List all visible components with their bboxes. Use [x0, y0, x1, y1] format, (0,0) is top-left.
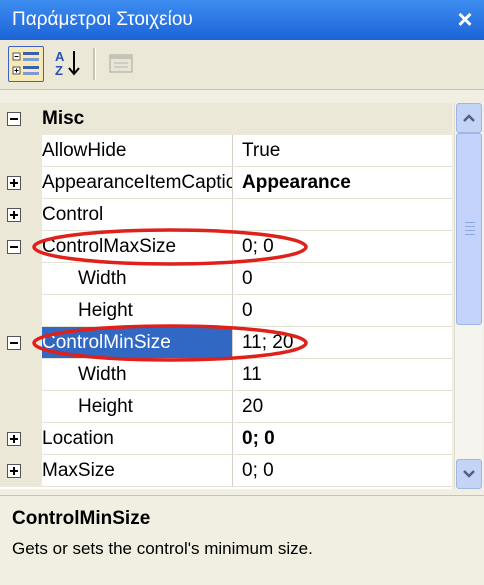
- property-row[interactable]: Width 11: [0, 359, 452, 391]
- close-icon[interactable]: ×: [452, 5, 478, 33]
- property-name: AllowHide: [42, 140, 127, 161]
- property-row[interactable]: MaxSize 0; 0: [0, 455, 452, 487]
- scroll-thumb[interactable]: [456, 133, 482, 325]
- property-value[interactable]: 0; 0: [234, 231, 456, 263]
- category-label: Misc: [42, 108, 85, 129]
- description-title: ControlMinSize: [12, 508, 151, 529]
- property-name: AppearanceItemCaption: [42, 172, 232, 193]
- chevron-up-icon: [463, 114, 475, 122]
- property-name: Location: [42, 428, 114, 449]
- property-name: Width: [78, 364, 127, 385]
- toolbar-separator: [93, 48, 96, 80]
- property-value[interactable]: 0; 0: [234, 455, 456, 487]
- property-row-selected[interactable]: ControlMinSize 11; 20: [0, 327, 452, 359]
- expand-icon[interactable]: [7, 432, 21, 446]
- property-row[interactable]: AppearanceItemCaption Appearance: [0, 167, 452, 199]
- property-row[interactable]: Height 20: [0, 391, 452, 423]
- property-grid: Misc AllowHide True AppearanceItemCaptio…: [0, 103, 452, 489]
- property-value[interactable]: 0; 0: [234, 423, 456, 455]
- property-value[interactable]: Appearance: [234, 167, 456, 199]
- collapse-icon[interactable]: [7, 336, 21, 350]
- property-row[interactable]: Width 0: [0, 263, 452, 295]
- svg-text:Z: Z: [55, 63, 63, 78]
- property-row[interactable]: Location 0; 0: [0, 423, 452, 455]
- category-row-misc[interactable]: Misc: [0, 103, 452, 135]
- property-value[interactable]: 20: [234, 391, 456, 423]
- expand-icon[interactable]: [7, 464, 21, 478]
- property-value[interactable]: 0: [234, 263, 456, 295]
- property-name: Control: [42, 204, 104, 225]
- categorized-button[interactable]: [8, 46, 44, 82]
- svg-text:A: A: [55, 49, 65, 64]
- scroll-down-button[interactable]: [456, 459, 482, 489]
- description-text: Gets or sets the control's minimum size.: [12, 539, 313, 558]
- expand-icon[interactable]: [7, 176, 21, 190]
- title-bar[interactable]: Παράμετροι Στοιχείου ×: [0, 0, 484, 40]
- property-value[interactable]: [234, 199, 456, 231]
- property-row[interactable]: Height 0: [0, 295, 452, 327]
- chevron-down-icon: [463, 470, 475, 478]
- properties-window: Παράμετροι Στοιχείου × A Z Misc AllowHid…: [0, 0, 484, 585]
- property-name: Height: [78, 396, 133, 417]
- property-value[interactable]: 0: [234, 295, 456, 327]
- property-pages-icon: [109, 54, 133, 73]
- categorized-view-icon: [12, 52, 39, 75]
- property-pages-button[interactable]: [104, 46, 140, 82]
- scroll-up-button[interactable]: [456, 103, 482, 133]
- alphabetical-button[interactable]: A Z: [50, 46, 86, 82]
- description-panel: ControlMinSize Gets or sets the control'…: [0, 495, 484, 585]
- property-name: Height: [78, 300, 133, 321]
- property-name: ControlMaxSize: [42, 236, 177, 257]
- property-value[interactable]: 11: [234, 359, 456, 391]
- property-value[interactable]: True: [234, 135, 456, 167]
- expand-icon[interactable]: [7, 208, 21, 222]
- property-row[interactable]: AllowHide True: [0, 135, 452, 167]
- property-row[interactable]: Control: [0, 199, 452, 231]
- property-name: ControlMinSize: [42, 327, 232, 359]
- property-value[interactable]: 11; 20: [234, 327, 456, 359]
- window-title: Παράμετροι Στοιχείου: [12, 9, 193, 30]
- toolbar: A Z: [0, 40, 484, 90]
- alphabetical-sort-icon: A Z: [55, 49, 80, 78]
- collapse-icon[interactable]: [7, 112, 21, 126]
- vertical-scrollbar[interactable]: [454, 103, 483, 489]
- property-row[interactable]: ControlMaxSize 0; 0: [0, 231, 452, 263]
- collapse-icon[interactable]: [7, 240, 21, 254]
- property-name: Width: [78, 268, 127, 289]
- property-name: MaxSize: [42, 460, 115, 481]
